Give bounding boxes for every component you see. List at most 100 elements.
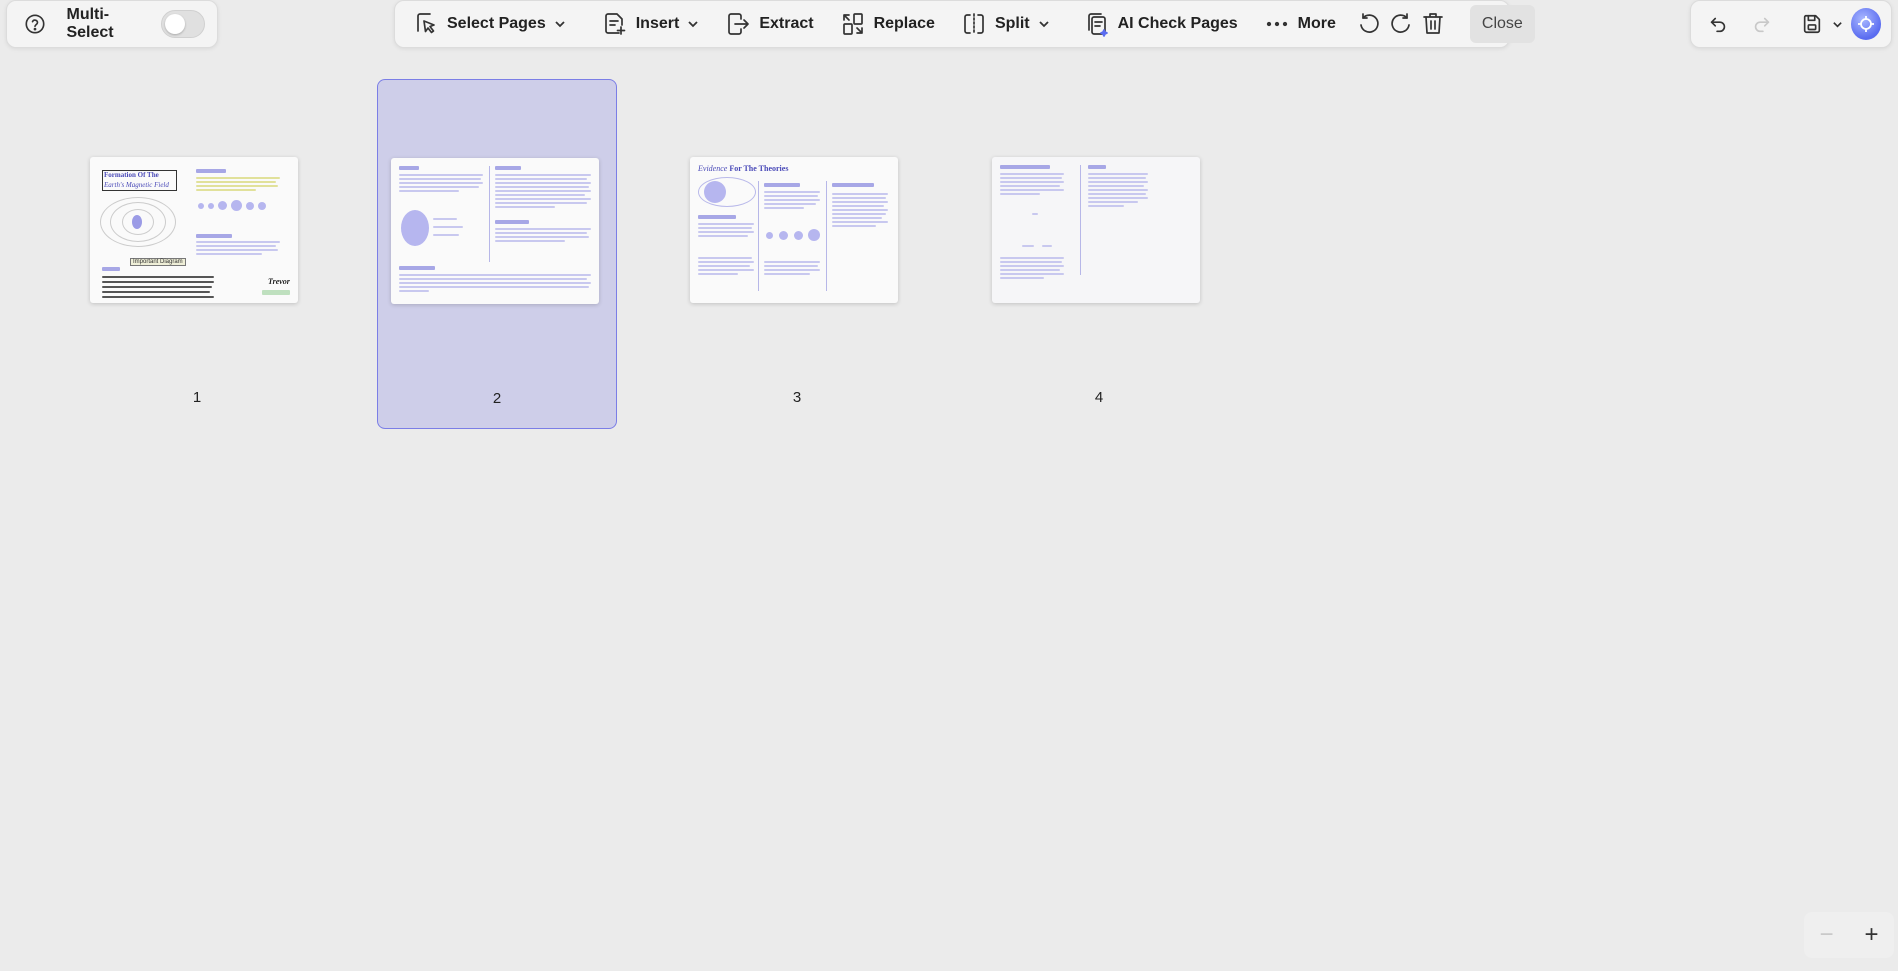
page-thumbnail-3[interactable]: Evidence For The Theories 3: [677, 79, 917, 429]
text-line: [102, 296, 214, 298]
zoom-controls: − +: [1804, 912, 1894, 958]
planet-dot: [218, 201, 227, 210]
page-title: Evidence For The Theories: [698, 164, 788, 173]
text-line: [433, 226, 463, 228]
section-heading: [1000, 165, 1050, 169]
text-line: [1000, 265, 1064, 267]
save-button[interactable]: [1794, 6, 1830, 42]
text-line: [832, 225, 876, 227]
text-line: [764, 191, 820, 193]
text-line: [698, 227, 752, 229]
page-number: 2: [492, 390, 502, 407]
section-heading: [102, 267, 120, 271]
text-line: [1022, 245, 1034, 247]
split-label: Split: [994, 15, 1030, 32]
toggle-knob: [165, 14, 186, 34]
text-line: [1000, 185, 1060, 187]
text-line: [1042, 245, 1052, 247]
column-divider: [489, 166, 490, 262]
text-line: [102, 291, 210, 293]
text-line: [832, 193, 888, 195]
replace-button[interactable]: Replace: [830, 4, 945, 44]
chevron-down-icon: [688, 21, 698, 28]
insert-button[interactable]: Insert: [592, 4, 710, 44]
section-heading: [764, 183, 800, 187]
split-button[interactable]: Split: [951, 4, 1060, 44]
text-line: [1000, 261, 1062, 263]
planet-dot: [766, 232, 773, 239]
close-button[interactable]: Close: [1469, 5, 1535, 43]
page-number: 4: [1094, 389, 1104, 406]
title-emphasis: Evidence: [698, 164, 728, 173]
text-line: [1000, 173, 1064, 175]
text-line: [1000, 193, 1040, 195]
signature: Trevor: [268, 277, 290, 286]
text-line: [764, 261, 820, 263]
text-line: [832, 209, 888, 211]
multiselect-toggle[interactable]: [161, 10, 205, 38]
multiselect-label: Multi-Select: [66, 6, 114, 41]
text-line: [196, 177, 280, 179]
text-line: [495, 206, 555, 208]
page-preview: Formation Of The Earth's Magnetic Field …: [90, 157, 298, 303]
text-line: [1000, 189, 1064, 191]
ai-check-pages-button[interactable]: AI Check Pages: [1074, 4, 1248, 44]
page-number: 1: [192, 389, 202, 406]
text-line: [698, 231, 754, 233]
more-dots-icon: [1266, 21, 1287, 27]
text-line: [832, 217, 882, 219]
undo-button[interactable]: [1701, 6, 1735, 42]
text-line: [495, 202, 587, 204]
column-divider: [758, 181, 759, 291]
text-line: [196, 185, 278, 187]
more-button[interactable]: More: [1254, 4, 1346, 44]
text-line: [495, 232, 587, 234]
text-line: [399, 186, 479, 188]
text-line: [1088, 189, 1148, 191]
select-pages-label: Select Pages: [447, 15, 546, 32]
question-circle-icon[interactable]: [19, 6, 50, 42]
text-line: [764, 265, 818, 267]
text-line: [832, 205, 884, 207]
text-line: [399, 190, 459, 192]
page-thumbnail-4[interactable]: 4: [979, 79, 1219, 429]
text-line: [399, 278, 587, 280]
section-heading: [495, 166, 521, 170]
extract-icon: [728, 13, 750, 35]
planet-dot: [779, 231, 788, 240]
text-line: [1088, 205, 1124, 207]
select-pages-button[interactable]: Select Pages: [403, 4, 576, 44]
text-line: [102, 276, 214, 278]
zoom-in-button[interactable]: +: [1864, 923, 1878, 947]
text-line: [399, 178, 481, 180]
section-heading: [698, 215, 736, 219]
rotate-right-button[interactable]: [1388, 4, 1414, 44]
text-line: [1088, 197, 1148, 199]
split-icon: [964, 13, 984, 35]
page-preview: [992, 157, 1200, 303]
delete-button[interactable]: [1420, 4, 1446, 44]
extract-button[interactable]: Extract: [715, 4, 823, 44]
page-thumbnail-2[interactable]: 2: [377, 79, 617, 429]
chevron-down-icon[interactable]: [1832, 19, 1843, 30]
text-line: [764, 195, 818, 197]
diagram-label: Important Diagram: [130, 258, 186, 266]
redo-icon: [1755, 17, 1770, 33]
text-line: [764, 269, 820, 271]
text-line: [495, 182, 591, 184]
page-thumbnail-1[interactable]: Formation Of The Earth's Magnetic Field …: [77, 79, 317, 429]
ai-assistant-avatar[interactable]: [1850, 8, 1881, 40]
rotate-left-button[interactable]: [1356, 4, 1382, 44]
redo-button[interactable]: [1745, 6, 1779, 42]
section-heading: [1088, 165, 1106, 169]
zoom-out-button[interactable]: −: [1819, 923, 1833, 947]
planet-dot: [198, 203, 204, 209]
text-line: [495, 186, 589, 188]
multiselect-panel: Multi-Select: [6, 0, 218, 48]
text-line: [196, 189, 256, 191]
text-line: [196, 181, 276, 183]
text-line: [1088, 201, 1138, 203]
text-line: [1000, 177, 1062, 179]
chevron-down-icon: [555, 21, 565, 28]
text-line: [399, 286, 589, 288]
